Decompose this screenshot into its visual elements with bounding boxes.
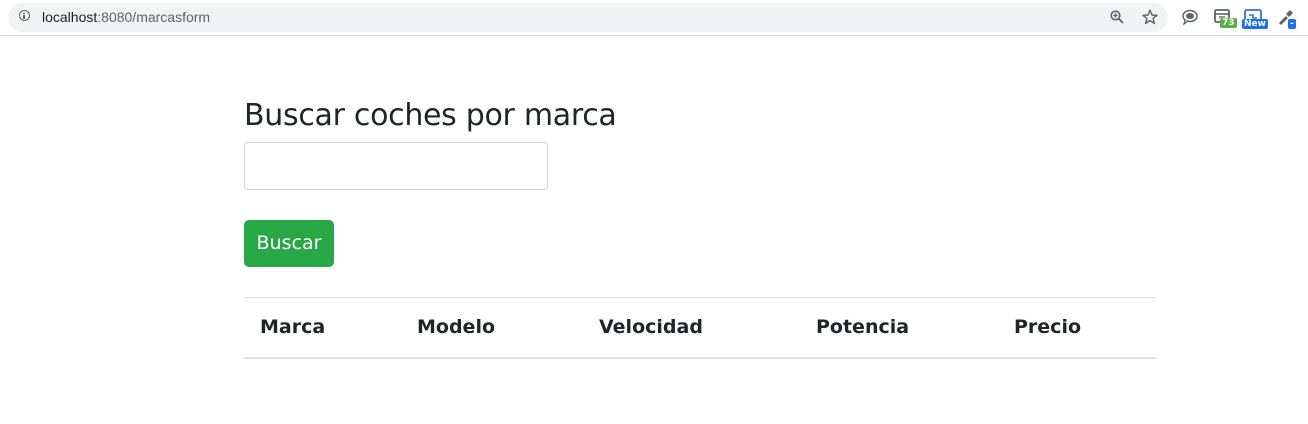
url-host: localhost xyxy=(42,9,98,25)
column-header-marca: Marca xyxy=(260,316,326,339)
url-path: :8080/marcasform xyxy=(97,9,211,25)
extension-grid-icon[interactable]: 73 xyxy=(1212,6,1237,30)
brand-search-input[interactable] xyxy=(244,142,548,190)
search-button[interactable]: Buscar xyxy=(244,220,334,267)
column-header-potencia: Potencia xyxy=(816,316,910,339)
column-header-velocidad: Velocidad xyxy=(599,316,703,339)
extension-eyedropper-icon[interactable]: - xyxy=(1274,6,1298,30)
page-title: Buscar coches por marca xyxy=(244,98,617,133)
extension-badge: - xyxy=(1288,19,1296,29)
site-info-icon[interactable] xyxy=(19,10,30,21)
column-header-precio: Precio xyxy=(1014,316,1082,339)
table-header: Marca Modelo Velocidad Potencia Precio xyxy=(244,297,1156,358)
zoom-icon[interactable] xyxy=(1110,10,1124,24)
address-bar[interactable]: localhost:8080/marcasform xyxy=(8,3,1168,32)
extension-badge: New xyxy=(1242,19,1268,29)
extension-new-icon[interactable]: New xyxy=(1242,6,1268,30)
extension-badge: 73 xyxy=(1220,18,1237,28)
results-table: Marca Modelo Velocidad Potencia Precio xyxy=(244,297,1156,359)
url-text[interactable]: localhost:8080/marcasform xyxy=(42,9,210,26)
column-header-modelo: Modelo xyxy=(417,316,496,339)
table-header-row: Marca Modelo Velocidad Potencia Precio xyxy=(244,297,1156,358)
bookmark-star-icon[interactable] xyxy=(1142,9,1158,25)
browser-toolbar: localhost:8080/marcasform 73 New - xyxy=(0,0,1308,36)
extension-chat-icon[interactable] xyxy=(1178,6,1202,30)
